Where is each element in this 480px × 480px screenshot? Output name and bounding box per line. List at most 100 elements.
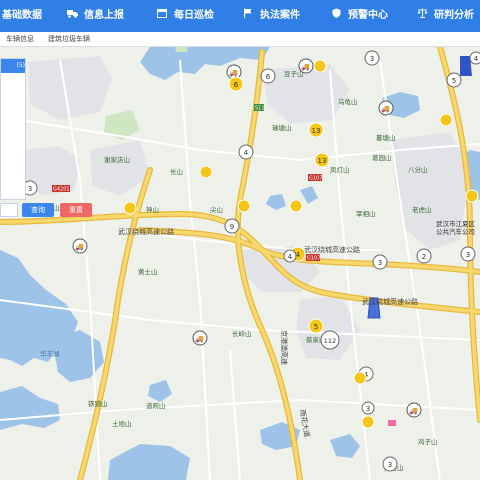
svg-text:🚚: 🚚 <box>229 69 238 77</box>
svg-text:🚚: 🚚 <box>301 63 310 71</box>
svg-text:3: 3 <box>28 185 32 193</box>
place-label: 凤灯山 <box>330 165 350 174</box>
cluster-marker: 4 <box>283 249 297 263</box>
location-pin <box>361 415 375 429</box>
scales-icon <box>416 0 428 32</box>
cluster-marker: 3 <box>361 401 375 415</box>
breadcrumb-item[interactable]: 车辆信息 <box>6 34 34 44</box>
place-label: 土地山 <box>112 419 132 428</box>
place-label: 武汉市江夏区 <box>436 219 476 228</box>
search-input[interactable] <box>0 203 18 217</box>
nav-item-label: 基础数据 <box>2 10 42 21</box>
svg-text:13: 13 <box>312 127 321 135</box>
svg-text:112: 112 <box>324 337 336 345</box>
breadcrumb: 车辆信息 建筑垃圾车辆 <box>0 32 480 47</box>
cluster-marker: 2 <box>416 248 432 264</box>
breadcrumb-item: 建筑垃圾车辆 <box>48 35 90 43</box>
cluster-marker: 112 <box>320 330 340 350</box>
cluster-marker: 3 <box>372 254 388 270</box>
nav-item-label: 研判分析 <box>434 10 474 21</box>
cluster-marker: 13 <box>314 152 330 168</box>
route-shield: G4201 <box>53 187 70 193</box>
location-pin <box>465 189 479 203</box>
svg-text:4: 4 <box>288 253 293 261</box>
location-pin <box>353 371 367 385</box>
svg-text:3: 3 <box>466 251 470 259</box>
svg-text:🚚: 🚚 <box>381 105 390 113</box>
place-label: 老虎山 <box>412 205 432 214</box>
svg-text:5: 5 <box>452 77 456 85</box>
nav-item-analysis[interactable]: 研判分析 <box>416 0 474 32</box>
cluster-marker: 9 <box>224 218 240 234</box>
svg-text:5: 5 <box>314 323 318 331</box>
place-label: 铁铺山 <box>88 399 108 408</box>
svg-text:9: 9 <box>230 223 234 231</box>
panel-header[interactable]: (5) <box>1 59 25 73</box>
svg-text:🚚: 🚚 <box>195 335 204 343</box>
vehicle-list-panel: (5) <box>0 58 26 200</box>
lake-north <box>140 47 270 80</box>
route-shield: G107 <box>307 256 320 262</box>
location-pin <box>237 199 251 213</box>
vehicle-pin[interactable]: 🚚 <box>192 330 208 346</box>
svg-text:2: 2 <box>422 253 426 261</box>
vehicle-pin[interactable]: 🚚 <box>72 238 88 254</box>
road-label: 武汉绕城高速公路 <box>118 227 174 236</box>
place-label: 谢家店山 <box>104 155 130 164</box>
cluster-marker: 3 <box>364 50 380 66</box>
place-label: 神山 <box>146 205 159 214</box>
place-label: 蔓塘山 <box>376 133 396 142</box>
nav-item-law-cases[interactable]: 执法案件 <box>242 0 300 32</box>
nav-item-info-report[interactable]: 信息上报 <box>66 0 124 32</box>
map-view[interactable]: 武汉绕城高速公路 武汉绕城高速公路 武汉绕城高速公路 京港澳高速 雨花大道 G4… <box>0 47 480 480</box>
top-nav: 基础数据 信息上报 每日巡检 执法案件 预警中心 研判分析 <box>0 0 480 32</box>
query-button[interactable]: 查询 <box>22 203 54 217</box>
nav-item-label: 预警中心 <box>348 10 388 21</box>
calendar-icon <box>156 0 168 32</box>
svg-text:4: 4 <box>244 149 249 157</box>
cluster-marker: 4 <box>469 51 480 65</box>
location-pin <box>313 59 327 73</box>
nav-item-label: 执法案件 <box>260 10 300 21</box>
nav-item-basic-data[interactable]: 基础数据 <box>2 0 42 32</box>
cluster-marker: 3 <box>382 456 398 472</box>
location-pin <box>289 199 303 213</box>
road-label: 武汉绕城高速公路 <box>304 245 360 254</box>
place-label: 道观山 <box>146 401 166 410</box>
svg-text:4: 4 <box>474 55 479 63</box>
lake-south <box>108 444 190 480</box>
place-label: 葛园山 <box>372 153 392 162</box>
cluster-marker: 4 <box>238 144 254 160</box>
cluster-marker: 13 <box>308 122 324 138</box>
nav-item-label: 信息上报 <box>84 10 124 21</box>
road-label: 雨花大道 <box>298 409 312 438</box>
reset-button[interactable]: 重置 <box>60 203 92 217</box>
area-marker[interactable] <box>388 420 396 426</box>
place-label: 黄土山 <box>138 267 158 276</box>
shield-icon <box>330 0 342 32</box>
place-label: 长岭山 <box>232 329 252 338</box>
location-pin <box>199 165 213 179</box>
svg-text:3: 3 <box>388 461 392 469</box>
vehicle-pin[interactable]: 🚚 <box>406 402 422 418</box>
road-label: 武汉绕城高速公路 <box>362 297 418 306</box>
vehicle-pin[interactable]: 🚚 <box>298 58 314 74</box>
route-shield: G107 <box>309 176 322 182</box>
svg-text:3: 3 <box>370 55 374 63</box>
vehicle-pin[interactable]: 🚚 <box>378 100 394 116</box>
svg-text:🚚: 🚚 <box>409 407 418 415</box>
svg-text:4: 4 <box>296 251 301 259</box>
nav-item-label: 每日巡检 <box>174 10 214 21</box>
place-label: 长山 <box>170 167 183 176</box>
truck-icon <box>66 0 78 32</box>
nav-item-warning-center[interactable]: 预警中心 <box>330 0 388 32</box>
cluster-marker: 5 <box>308 318 324 334</box>
location-pin <box>123 201 137 215</box>
nav-item-daily-inspection[interactable]: 每日巡检 <box>156 0 214 32</box>
cluster-marker: 5 <box>446 72 462 88</box>
place-label: 华羊湖 <box>40 349 60 358</box>
flag-icon <box>242 0 254 32</box>
place-label: 公共汽车公司 <box>436 227 475 236</box>
place-label: 瑞塘山 <box>272 123 292 132</box>
svg-text:13: 13 <box>318 157 327 165</box>
